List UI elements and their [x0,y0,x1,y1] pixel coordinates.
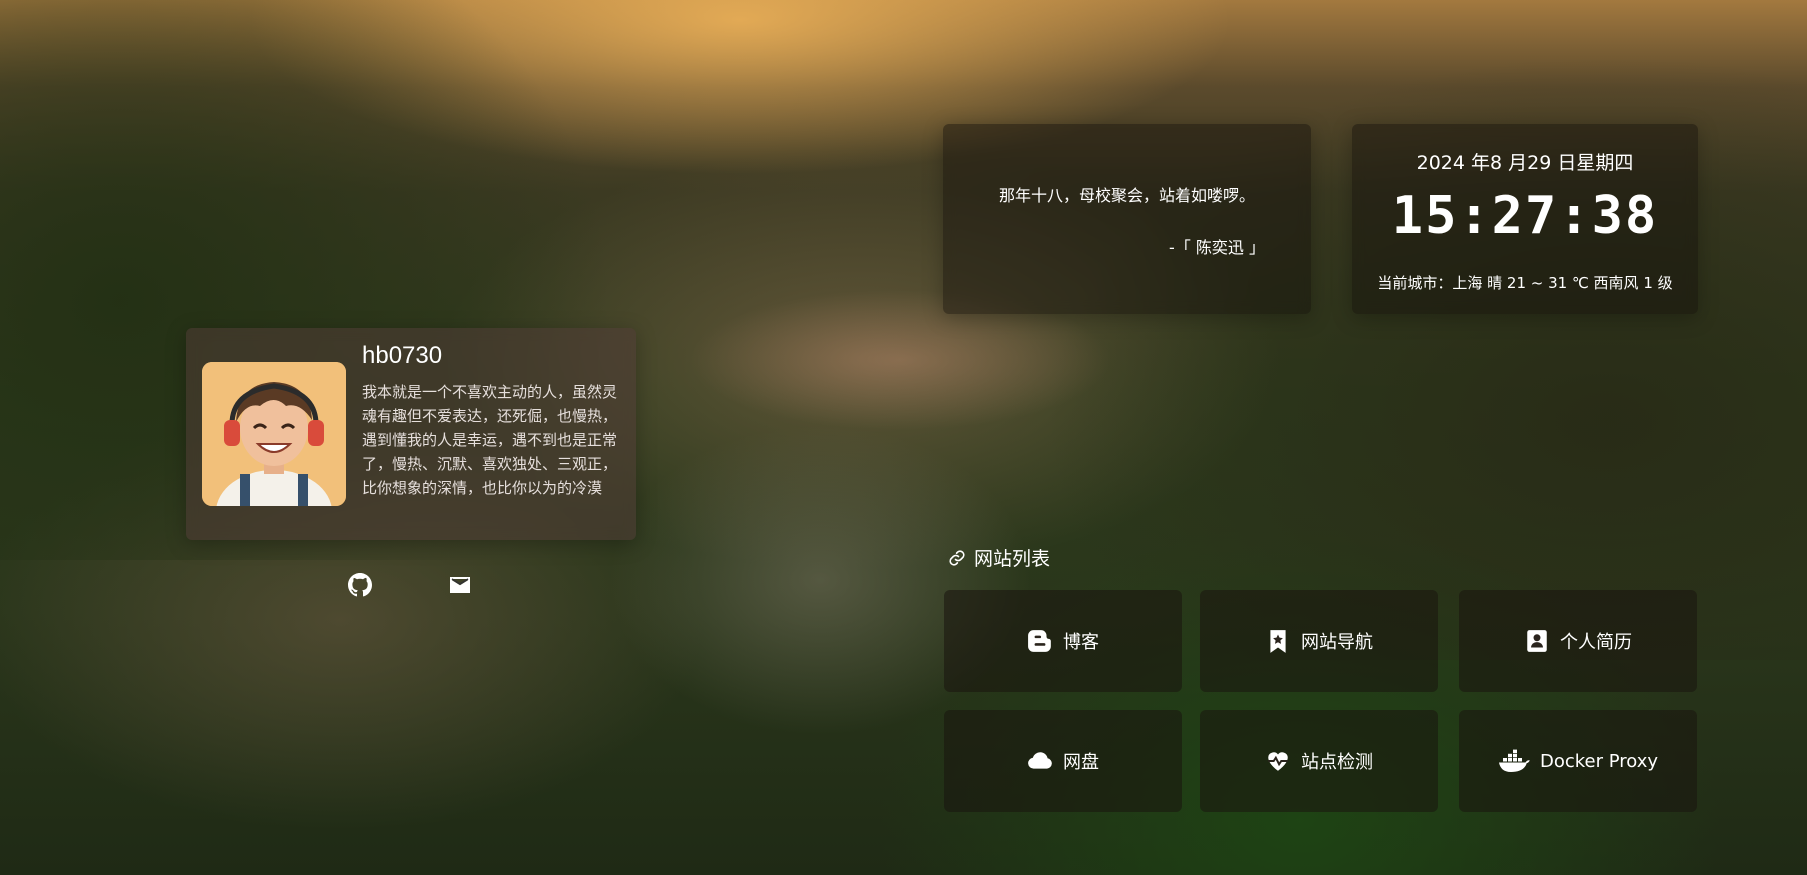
date-text: 2024 年8 月29 日星期四 [1416,152,1634,174]
clock-time: 15:27:38 [1391,186,1659,246]
username: hb0730 [362,342,443,369]
link-icon [949,549,965,566]
quote-author: -「 陈奕迅 」 [1169,238,1265,257]
site-tile-label: 站点检测 [1301,752,1373,773]
clock-card: 2024 年8 月29 日星期四 15:27:38 当前城市：上海 晴 21 ~… [1352,124,1698,314]
cloud-icon [1028,752,1052,769]
github-icon[interactable] [347,572,373,598]
site-tile-label: Docker Proxy [1539,750,1659,772]
weather-text: 当前城市：上海 晴 21 ~ 31 ℃ 西南风 1 级 [1377,274,1673,292]
resume-icon [1527,630,1547,652]
docker-icon [1498,749,1530,772]
site-list-title: 网站列表 [948,544,1050,571]
site-tile-monitor[interactable]: 站点检测 [1200,710,1438,812]
mail-icon[interactable] [447,572,473,598]
site-tile-label: 网盘 [1063,752,1099,773]
site-tile-cloud-drive[interactable]: 网盘 [944,710,1182,812]
site-tile-resume[interactable]: 个人简历 [1459,590,1697,692]
site-tile-navigation[interactable]: 网站导航 [1200,590,1438,692]
site-tile-docker-proxy[interactable]: Docker Proxy [1459,710,1697,812]
quote-card: 那年十八，母校聚会，站着如喽啰。 -「 陈奕迅 」 [943,124,1311,314]
heartbeat-icon [1268,752,1288,771]
quote-text: 那年十八，母校聚会，站着如喽啰。 [998,186,1255,205]
site-tile-label: 个人简历 [1560,632,1632,653]
profile-bio: 我本就是一个不喜欢主动的人，虽然灵魂有趣但不爱表达，还死倔，也慢热，遇到懂我的人… [362,383,618,497]
bookmark-star-icon [1270,630,1286,653]
site-tile-blog[interactable]: 博客 [944,590,1182,692]
site-tile-label: 博客 [1063,632,1099,653]
blogger-icon [1028,630,1051,652]
avatar [202,362,346,506]
profile-card: hb0730 我本就是一个不喜欢主动的人，虽然灵魂有趣但不爱表达，还死倔，也慢热… [186,328,636,540]
site-tile-label: 网站导航 [1301,632,1373,653]
